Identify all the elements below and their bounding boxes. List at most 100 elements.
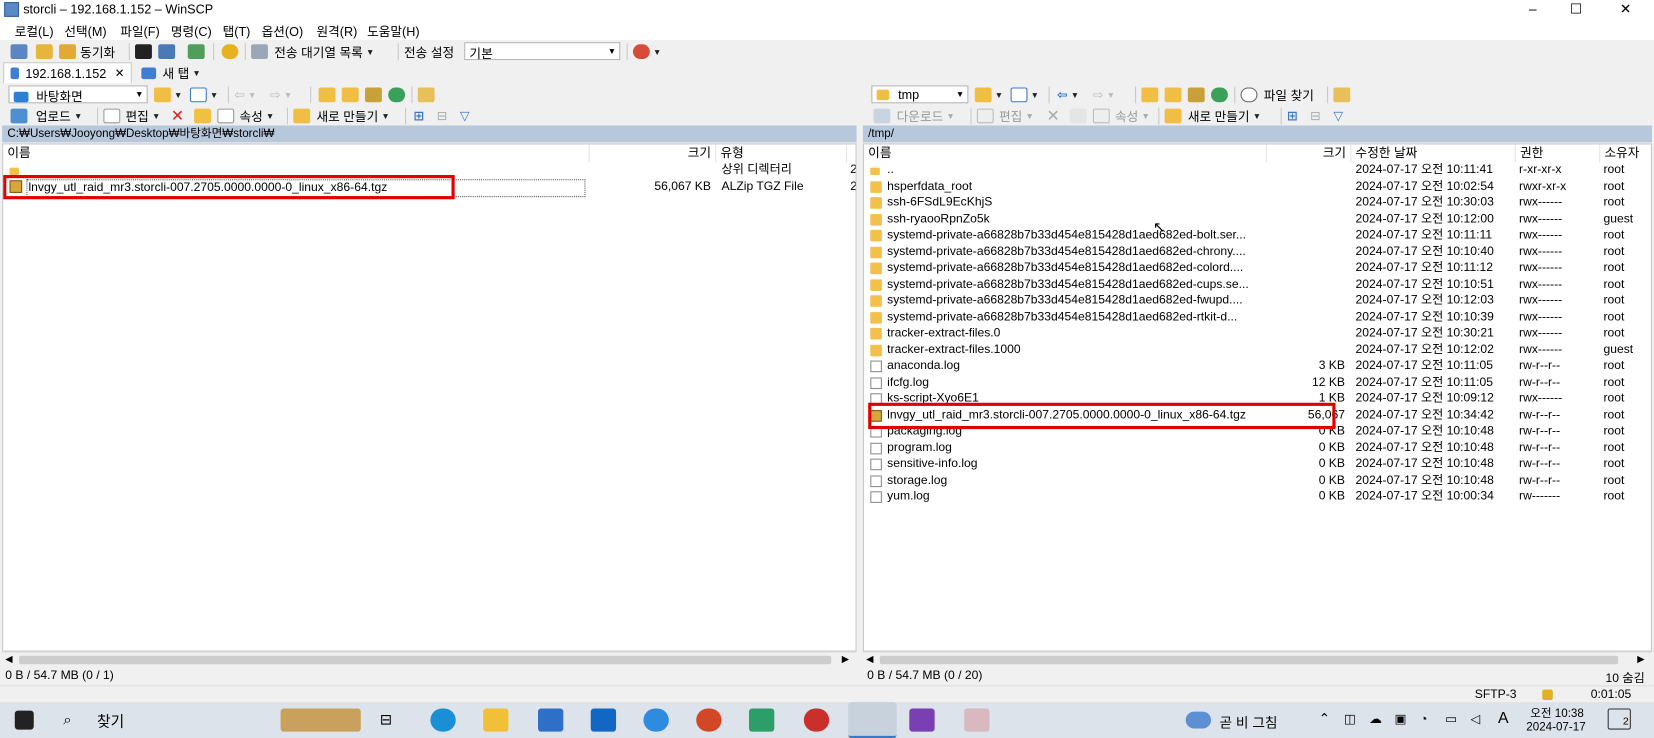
scroll-left-icon[interactable]: ◀ <box>866 654 873 666</box>
left-horizontal-scrollbar[interactable]: ◀ ▶ <box>2 651 857 667</box>
queue-list-button[interactable]: 전송 대기열 목록 ▼ <box>251 43 374 60</box>
table-row[interactable]: .. 2024-07-17 오전 10:11:41 r-xr-xr-x root <box>864 162 1651 178</box>
table-row[interactable]: systemd-private-a66828b7b33d454e815428d1… <box>864 244 1651 260</box>
winscp-taskbar-button[interactable] <box>848 702 897 738</box>
left-open-dir-button[interactable]: ▼ <box>154 86 182 103</box>
right-horizontal-scrollbar[interactable]: ◀ ▶ <box>862 651 1652 667</box>
table-row[interactable]: tracker-extract-files.0 2024-07-17 오전 10:… <box>864 326 1651 342</box>
table-row[interactable]: systemd-private-a66828b7b33d454e815428d1… <box>864 309 1651 325</box>
snail-app-icon[interactable] <box>803 708 830 732</box>
onenote-icon[interactable] <box>909 708 935 732</box>
right-home-button[interactable] <box>1187 86 1205 103</box>
table-row[interactable]: program.log 0 KB 2024-07-17 오전 10:10:48 rw-… <box>864 440 1651 456</box>
battery-icon[interactable]: ▭ <box>1445 712 1457 727</box>
weather-icon[interactable] <box>1185 711 1212 729</box>
table-row[interactable]: systemd-private-a66828b7b33d454e815428d1… <box>864 293 1651 309</box>
writer-icon[interactable] <box>748 708 775 732</box>
table-row[interactable]: ssh-ryaooRpnZo5k 2024-07-17 오전 10:12:00 rw… <box>864 211 1651 227</box>
menu-tab[interactable]: 탭(T) <box>223 22 251 40</box>
table-row[interactable]: systemd-private-a66828b7b33d454e815428d1… <box>864 228 1651 244</box>
right-file-list[interactable]: 이름 크기 수정한 날짜 권한 소유자 .. 2024-07-17 오전 10:1… <box>862 143 1652 652</box>
right-filter-button[interactable]: ▼ <box>1010 86 1039 103</box>
camera-icon[interactable]: ◫ <box>1344 712 1356 727</box>
left-filter-button[interactable]: ▼ <box>189 86 218 103</box>
left-find-button[interactable] <box>417 86 435 103</box>
left-col-name[interactable]: 이름 <box>3 144 590 163</box>
left-home-button[interactable] <box>364 86 382 103</box>
table-row[interactable]: systemd-private-a66828b7b33d454e815428d1… <box>864 277 1651 293</box>
table-row[interactable]: storage.log 0 KB 2024-07-17 오전 10:10:48 rw-… <box>864 473 1651 489</box>
putty-button[interactable] <box>158 43 176 60</box>
left-refresh-button[interactable] <box>388 86 406 103</box>
clock-time[interactable]: 오전 10:38 <box>1525 704 1588 721</box>
right-path-bar[interactable]: /tmp/ <box>862 125 1652 143</box>
reconnect-button[interactable]: ▼ <box>632 43 661 60</box>
cloud-icon[interactable]: ☁ <box>1369 712 1382 727</box>
right-refresh-button[interactable] <box>1211 86 1228 103</box>
maximize-button[interactable]: ☐ <box>1552 0 1601 19</box>
table-row[interactable]: sensitive-info.log 0 KB 2024-07-17 오전 10:1… <box>864 457 1651 473</box>
notification-icon[interactable]: 2 <box>1607 708 1631 730</box>
right-col-owner[interactable]: 소유자 <box>1600 144 1651 162</box>
menu-select[interactable]: 선택(M) <box>64 22 106 40</box>
powerpoint-icon[interactable] <box>696 708 722 732</box>
table-row[interactable]: ifcfg.log 12 KB 2024-07-17 오전 10:11:05 rw-r… <box>864 375 1651 391</box>
right-delete-button[interactable]: ✕ <box>1046 108 1059 126</box>
right-edit-button[interactable]: 편집 ▼ <box>976 108 1034 125</box>
table-row[interactable]: systemd-private-a66828b7b33d454e815428d1… <box>864 260 1651 276</box>
taskbar-search-label[interactable]: 찾기 <box>97 711 124 732</box>
left-file-list[interactable]: 이름 크기 유형 상위 디렉터리 2 lnvgy_utl_raid_mr3.st… <box>2 143 857 652</box>
menu-options[interactable]: 옵션(O) <box>262 22 304 40</box>
menu-command[interactable]: 명령(C) <box>171 22 212 40</box>
table-row[interactable]: anaconda.log 3 KB 2024-07-17 오전 10:11:05 rw… <box>864 358 1651 374</box>
left-back-button[interactable]: ⇦ ▼ <box>234 86 256 103</box>
left-root-dir-button[interactable] <box>341 86 359 103</box>
right-tree-button[interactable] <box>1333 86 1351 103</box>
table-row[interactable]: ssh-6FSdL9EcKhjS 2024-07-17 오전 10:30:03 rw… <box>864 195 1651 211</box>
search-icon[interactable]: ⌕ <box>63 711 71 729</box>
menu-file[interactable]: 파일(F) <box>120 22 159 40</box>
transfer-settings-select[interactable]: 기본 ▼ <box>464 42 621 61</box>
table-row[interactable]: yum.log 0 KB 2024-07-17 오전 10:00:34 rw-----… <box>864 489 1651 505</box>
chevron-up-icon[interactable]: ⌃ <box>1319 711 1331 728</box>
scrollbar-thumb[interactable] <box>18 655 832 665</box>
task-view-icon[interactable]: ⊟ <box>380 711 392 729</box>
download-button[interactable]: 다운로드 ▼ <box>873 108 955 125</box>
menu-remote[interactable]: 원격(R) <box>316 22 357 40</box>
tab-new[interactable]: 새 탭 ▼ <box>135 62 215 83</box>
left-rename-button[interactable] <box>194 108 211 125</box>
left-select-all-button[interactable]: ⊞ <box>414 108 425 125</box>
left-delete-button[interactable]: ✕ <box>171 108 184 126</box>
right-filter-select-button[interactable]: ▽ <box>1333 108 1343 125</box>
find-files-button[interactable]: 파일 찾기 <box>1240 86 1314 103</box>
edge-icon[interactable] <box>430 708 456 732</box>
left-col-type[interactable]: 유형 <box>716 144 848 163</box>
file-explorer-icon[interactable] <box>483 708 509 732</box>
mail-icon[interactable] <box>590 708 617 732</box>
left-forward-button[interactable]: ⇨ ▼ <box>270 86 292 103</box>
weather-text[interactable]: 곧 비 그침 <box>1219 712 1277 732</box>
right-col-name[interactable]: 이름 <box>864 144 1267 163</box>
left-properties-button[interactable]: 속성 ▼ <box>217 108 274 125</box>
store-icon[interactable] <box>537 708 564 732</box>
terminal-button[interactable] <box>135 43 152 60</box>
preferences-button[interactable] <box>221 43 239 60</box>
left-col-extra[interactable] <box>847 144 855 162</box>
right-properties-button[interactable]: 속성 ▼ <box>1092 108 1150 125</box>
right-select-all-button[interactable]: ⊞ <box>1287 108 1298 125</box>
right-col-size[interactable]: 크기 <box>1267 144 1352 163</box>
minimize-button[interactable]: – <box>1509 0 1558 19</box>
right-col-rights[interactable]: 권한 <box>1516 144 1601 163</box>
right-open-dir-button[interactable]: ▼ <box>974 86 1003 103</box>
left-col-size[interactable]: 크기 <box>590 144 717 163</box>
right-col-modified[interactable]: 수정한 날짜 <box>1351 144 1516 163</box>
right-parent-dir-button[interactable] <box>1141 86 1159 103</box>
tab-session[interactable]: 192.168.1.152 ✕ <box>3 62 132 84</box>
snipping-tool-icon[interactable] <box>964 708 990 732</box>
left-location-select[interactable]: 바탕화면 ▼ <box>8 85 148 104</box>
internet-explorer-icon[interactable] <box>643 708 669 732</box>
right-new-button[interactable]: 새로 만들기 ▼ <box>1164 108 1261 125</box>
table-row[interactable]: tracker-extract-files.1000 2024-07-17 오전 … <box>864 342 1651 358</box>
left-new-button[interactable]: 새로 만들기 ▼ <box>293 108 390 125</box>
windows-start-icon[interactable] <box>14 710 34 730</box>
